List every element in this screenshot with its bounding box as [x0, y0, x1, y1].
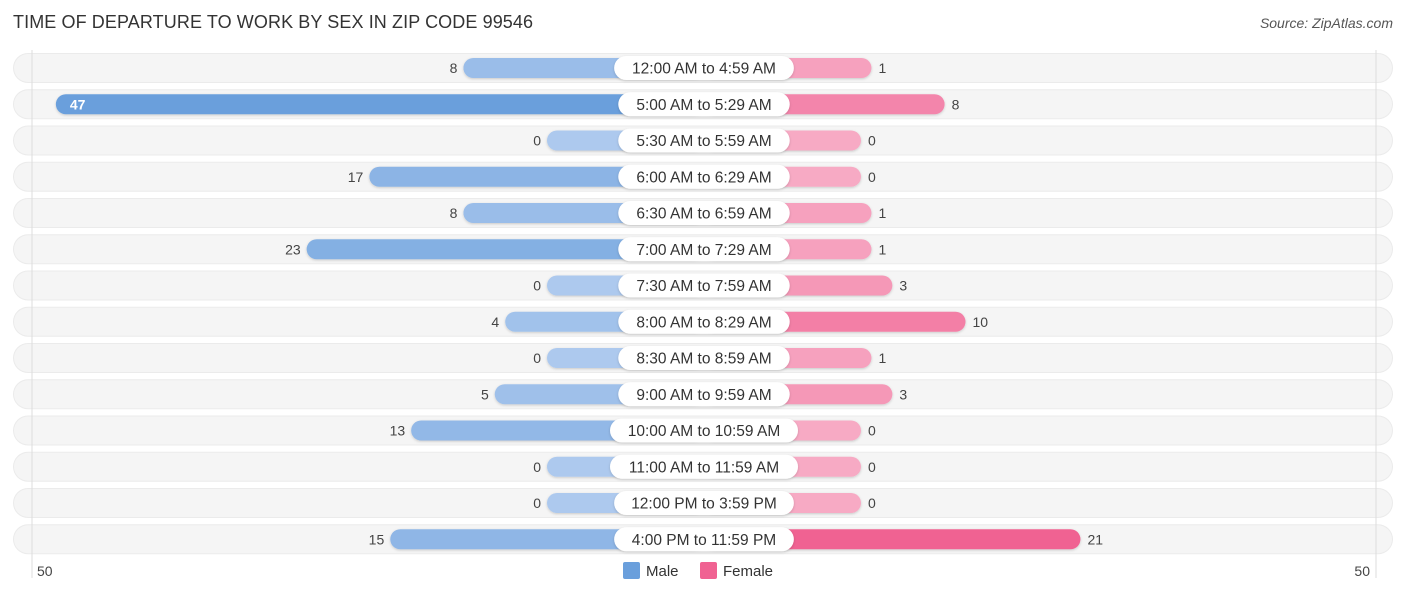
value-label-male: 0 [533, 495, 541, 511]
category-label: 7:30 AM to 7:59 AM [636, 278, 771, 295]
chart-row: 0 0 5:30 AM to 5:59 AM [13, 125, 1393, 156]
value-label-male: 8 [450, 60, 458, 76]
value-label-female: 0 [868, 169, 876, 185]
value-label-female: 1 [878, 60, 886, 76]
chart-row: 0 3 7:30 AM to 7:59 AM [13, 270, 1393, 301]
value-label-female: 10 [973, 314, 989, 330]
axis-label-right: 50 [1354, 563, 1370, 579]
chart-row: 47 8 5:00 AM to 5:29 AM [13, 89, 1393, 120]
bar-male [55, 94, 705, 115]
value-label-male: 5 [481, 386, 489, 402]
value-label-female: 1 [878, 241, 886, 257]
value-label-female: 0 [868, 423, 876, 439]
value-label-male: 0 [533, 278, 541, 294]
value-label-male: 4 [491, 314, 499, 330]
value-label-female: 21 [1087, 531, 1103, 547]
value-label-male: 17 [348, 169, 364, 185]
value-label-female: 0 [868, 495, 876, 511]
value-label-female: 1 [878, 350, 886, 366]
value-label-female: 3 [899, 278, 907, 294]
value-label-male: 23 [285, 241, 301, 257]
category-label: 12:00 PM to 3:59 PM [631, 496, 777, 513]
category-label: 6:00 AM to 6:29 AM [636, 169, 771, 186]
value-label-male: 0 [533, 133, 541, 149]
value-label-male: 0 [533, 350, 541, 366]
chart-row: 5 3 9:00 AM to 9:59 AM [13, 379, 1393, 410]
axis-label-left: 50 [37, 563, 53, 579]
chart-row: 0 0 11:00 AM to 11:59 AM [13, 451, 1393, 482]
legend-label-female: Female [723, 563, 773, 580]
category-label: 6:30 AM to 6:59 AM [636, 206, 771, 223]
category-label: 4:00 PM to 11:59 PM [632, 532, 776, 549]
chart-row: 8 1 12:00 AM to 4:59 AM [13, 53, 1393, 83]
value-label-female: 8 [952, 96, 960, 112]
category-label: 5:30 AM to 5:59 AM [636, 133, 771, 150]
value-label-female: 3 [899, 386, 907, 402]
value-label-female: 0 [868, 459, 876, 475]
value-label-male: 13 [390, 423, 406, 439]
category-label: 11:00 AM to 11:59 AM [629, 459, 779, 476]
category-label: 10:00 AM to 10:59 AM [628, 423, 781, 440]
category-label: 5:00 AM to 5:29 AM [636, 97, 771, 114]
legend-label-male: Male [646, 563, 679, 580]
category-label: 9:00 AM to 9:59 AM [636, 387, 771, 404]
category-label: 8:00 AM to 8:29 AM [636, 314, 771, 331]
category-label: 7:00 AM to 7:29 AM [636, 242, 771, 259]
chart-row: 0 1 8:30 AM to 8:59 AM [13, 343, 1393, 373]
chart-row: 15 21 4:00 PM to 11:59 PM [13, 524, 1393, 555]
legend-swatch-female [700, 562, 717, 579]
value-label-female: 0 [868, 133, 876, 149]
value-label-male: 47 [70, 96, 86, 112]
chart-row: 17 0 6:00 AM to 6:29 AM [13, 161, 1393, 192]
chart-row: 23 1 7:00 AM to 7:29 AM [13, 234, 1393, 265]
value-label-male: 0 [533, 459, 541, 475]
value-label-male: 8 [450, 205, 458, 221]
value-label-female: 1 [878, 205, 886, 221]
chart-row: 8 1 6:30 AM to 6:59 AM [13, 198, 1393, 228]
value-label-male: 15 [369, 531, 385, 547]
chart-row: 13 0 10:00 AM to 10:59 AM [13, 415, 1393, 446]
category-label: 8:30 AM to 8:59 AM [636, 351, 771, 368]
chart-row: 0 0 12:00 PM to 3:59 PM [13, 488, 1393, 518]
chart-row: 4 10 8:00 AM to 8:29 AM [13, 306, 1393, 337]
category-label: 12:00 AM to 4:59 AM [632, 61, 776, 78]
legend-swatch-male [623, 562, 640, 579]
chart: 8 1 12:00 AM to 4:59 AM 47 8 5:00 AM to 5:29 … [13, 50, 1393, 580]
legend: Male Female [623, 562, 773, 580]
